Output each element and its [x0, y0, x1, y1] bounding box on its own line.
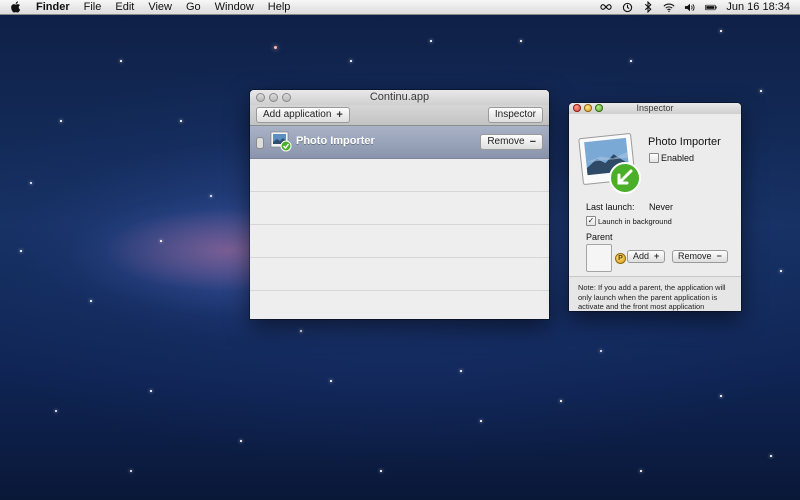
add-application-label: Add application: [263, 109, 332, 120]
last-launch-label: Last launch:: [586, 202, 635, 212]
inspector-minimize-button[interactable]: [584, 104, 592, 112]
last-launch-value: Never: [649, 202, 674, 212]
close-button[interactable]: [256, 93, 265, 102]
parent-app-well[interactable]: [586, 244, 612, 272]
enabled-label: Enabled: [661, 153, 695, 163]
list-item-empty: [250, 258, 549, 291]
menu-help[interactable]: Help: [261, 0, 298, 14]
main-window-titlebar[interactable]: Continu.app: [250, 90, 549, 105]
menu-file[interactable]: File: [77, 0, 109, 14]
remove-button[interactable]: Remove −: [480, 134, 543, 150]
photo-importer-icon: [270, 131, 292, 152]
parent-remove-button[interactable]: Remove −: [672, 250, 728, 263]
battery-icon[interactable]: [705, 1, 718, 13]
add-application-button[interactable]: Add application +: [256, 107, 350, 123]
parent-label: Parent: [586, 232, 613, 242]
inspector-button[interactable]: Inspector: [487, 107, 543, 123]
volume-icon[interactable]: [684, 1, 696, 13]
continu-main-window: Continu.app Add application + Inspector …: [250, 90, 549, 319]
apple-menu-icon[interactable]: [9, 1, 21, 13]
minus-icon: −: [529, 136, 536, 148]
parent-badge-icon: P: [615, 253, 626, 264]
application-list: Photo Importer Remove −: [250, 126, 549, 319]
list-item-empty: [250, 225, 549, 258]
menu-edit[interactable]: Edit: [108, 0, 141, 14]
enabled-checkbox[interactable]: [649, 153, 659, 163]
list-item-empty: [250, 192, 549, 225]
list-item[interactable]: Photo Importer Remove −: [250, 126, 549, 159]
zoom-button[interactable]: [282, 93, 291, 102]
plus-icon: +: [654, 251, 660, 261]
menu-window[interactable]: Window: [208, 0, 261, 14]
launch-in-background-label: Launch in background: [598, 217, 672, 226]
inspector-button-label: Inspector: [494, 109, 536, 120]
infinity-icon[interactable]: [600, 1, 613, 13]
inspector-window: Inspector Photo Importer Enabled Last la…: [569, 103, 741, 311]
menu-go[interactable]: Go: [179, 0, 208, 14]
bluetooth-icon[interactable]: [642, 1, 654, 13]
photo-importer-large-icon: [578, 133, 641, 194]
parent-add-button[interactable]: Add +: [627, 250, 666, 263]
parent-add-label: Add: [633, 251, 650, 261]
drag-handle-icon[interactable]: [256, 137, 264, 149]
menu-clock[interactable]: Jun 16 18:34: [726, 1, 790, 13]
remove-button-label: Remove: [487, 136, 525, 147]
main-toolbar: Add application + Inspector: [250, 105, 549, 126]
parent-remove-label: Remove: [678, 251, 712, 261]
parent-note: Note: If you add a parent, the applicati…: [569, 276, 741, 311]
launch-in-background-checkbox[interactable]: ✓: [586, 216, 596, 226]
minus-icon: −: [716, 251, 722, 261]
menu-view[interactable]: View: [141, 0, 179, 14]
plus-icon: +: [336, 109, 343, 121]
menu-finder[interactable]: Finder: [29, 0, 77, 14]
app-name: Photo Importer: [296, 135, 375, 147]
inspector-close-button[interactable]: [573, 104, 581, 112]
inspector-app-name: Photo Importer: [648, 136, 721, 148]
inspector-titlebar[interactable]: Inspector: [569, 103, 741, 114]
menu-bar: Finder File Edit View Go Window Help Jun…: [0, 0, 800, 15]
list-item-empty: [250, 159, 549, 192]
minimize-button[interactable]: [269, 93, 278, 102]
wifi-icon[interactable]: [663, 1, 675, 13]
main-window-title: Continu.app: [369, 91, 430, 103]
inspector-body: Photo Importer Enabled Last launch: Neve…: [569, 114, 741, 311]
inspector-zoom-button[interactable]: [595, 104, 603, 112]
list-item-empty: [250, 291, 549, 319]
time-machine-icon[interactable]: [621, 1, 633, 13]
inspector-title: Inspector: [636, 103, 674, 113]
